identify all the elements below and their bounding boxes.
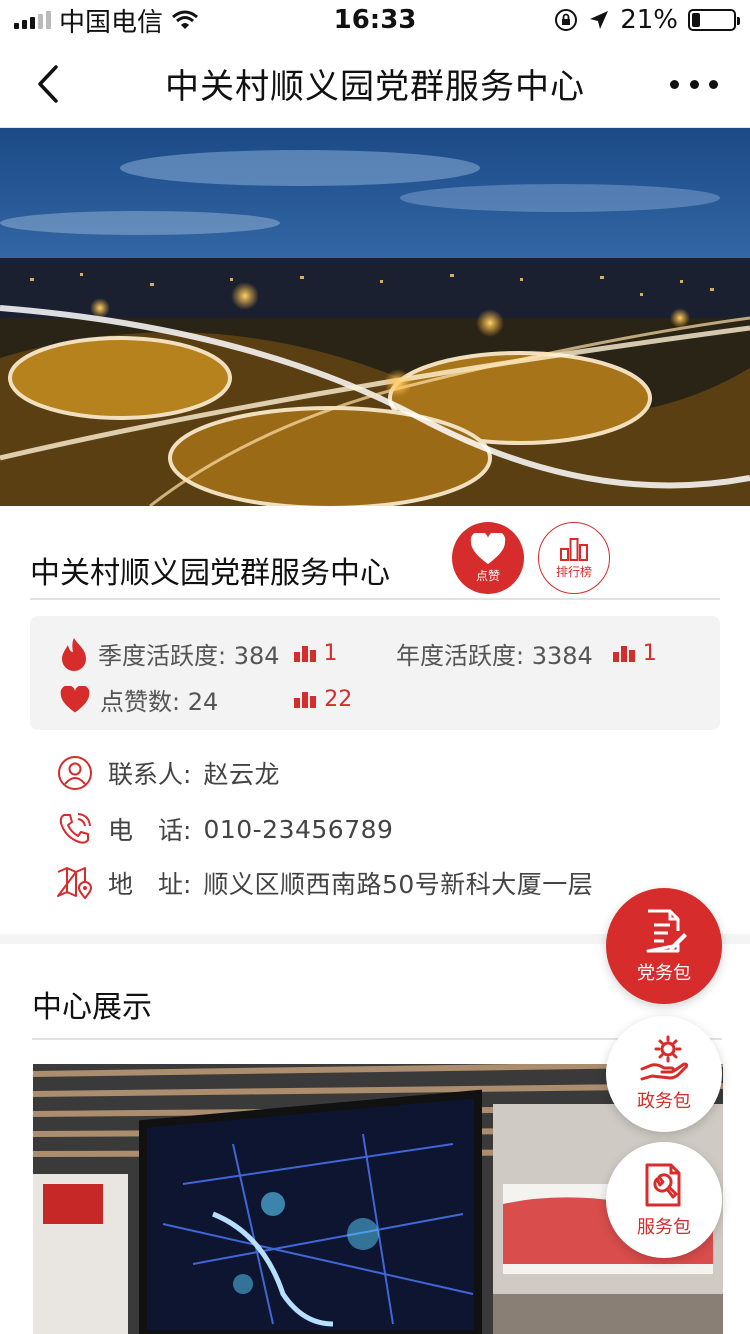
party-affairs-button[interactable]: 党务包 [606, 888, 722, 1004]
bar-chart-icon [560, 537, 588, 561]
rank-bars-icon [612, 645, 635, 662]
back-chevron-icon [38, 65, 58, 103]
wifi-icon [172, 10, 198, 29]
org-name: 中关村顺义园党群服务中心 [30, 556, 390, 591]
like-button[interactable]: 点赞 [452, 522, 524, 594]
more-dots-icon [670, 79, 679, 89]
phone-icon [56, 810, 94, 848]
party-affairs-label: 党务包 [637, 963, 691, 984]
like-count: 点赞数: 24 22 [60, 682, 352, 717]
status-left: 中国电信 [14, 2, 554, 39]
rank-bars-icon [293, 645, 316, 662]
page-title: 中关村顺义园党群服务中心 [165, 67, 585, 107]
heart-icon [470, 532, 506, 564]
flame-icon [62, 637, 86, 671]
contact-person-value: 赵云龙 [203, 760, 280, 789]
rank-bars-icon [294, 691, 317, 708]
ranking-button[interactable]: 排行榜 [538, 522, 610, 594]
nav-bar: 中关村顺义园党群服务中心 [0, 40, 750, 128]
contact-address[interactable]: 地 址: 顺义区顺西南路50号新科大厦一层 [56, 864, 593, 902]
like-rank: 22 [324, 687, 353, 712]
rotation-lock-icon [555, 9, 578, 31]
contact-phone-value: 010-23456789 [203, 814, 394, 844]
contact-phone-label: 电 话: [108, 816, 192, 845]
info-card: 中关村顺义园党群服务中心 点赞 排行榜 季度活跃度: 384 1 年度活跃度: … [0, 506, 750, 934]
season-rank: 1 [323, 641, 338, 666]
status-right: 21% [554, 5, 740, 35]
like-label: 点赞 [475, 568, 500, 583]
year-activity-label: 年度活跃度: 3384 [396, 642, 593, 670]
year-rank: 1 [642, 641, 657, 666]
contact-phone[interactable]: 电 话: 010-23456789 [56, 810, 393, 848]
battery-fill [692, 13, 701, 27]
carrier-label: 中国电信 [59, 7, 164, 38]
map-icon [56, 864, 94, 902]
like-count-label: 点赞数: 24 [100, 688, 219, 716]
back-button[interactable] [28, 62, 68, 106]
location-arrow-icon [590, 11, 609, 29]
banner-image [0, 128, 750, 506]
heart-icon [60, 685, 90, 712]
battery-percent: 21% [620, 5, 678, 35]
signal-icon [14, 11, 51, 29]
contact-address-label: 地 址: [108, 870, 192, 899]
more-button[interactable] [670, 70, 718, 98]
hand-gear-icon [640, 1035, 689, 1081]
document-wrench-icon [645, 1163, 681, 1207]
contact-person-label: 联系人: [108, 760, 192, 789]
service-button[interactable]: 服务包 [606, 1142, 722, 1258]
ranking-label: 排行榜 [555, 564, 592, 579]
government-affairs-button[interactable]: 政务包 [606, 1016, 722, 1132]
org-header: 中关村顺义园党群服务中心 点赞 排行榜 [30, 518, 720, 600]
year-activity: 年度活跃度: 3384 1 [396, 636, 657, 671]
status-bar: 中国电信 16:33 21% [0, 0, 750, 40]
activity-stats: 季度活跃度: 384 1 年度活跃度: 3384 1 点赞数: 24 22 [30, 616, 720, 730]
document-edit-icon [646, 909, 687, 953]
battery-icon [688, 9, 740, 31]
showcase-section: 中心展示 [0, 944, 750, 1334]
season-activity-label: 季度活跃度: 384 [98, 642, 280, 670]
government-affairs-label: 政务包 [637, 1091, 691, 1112]
contact-person: 联系人: 赵云龙 [56, 754, 280, 792]
contact-address-value: 顺义区顺西南路50号新科大厦一层 [203, 870, 594, 899]
service-label: 服务包 [637, 1217, 691, 1238]
section-title: 中心展示 [32, 990, 152, 1025]
user-icon [56, 754, 94, 792]
season-activity: 季度活跃度: 384 1 [60, 636, 338, 671]
